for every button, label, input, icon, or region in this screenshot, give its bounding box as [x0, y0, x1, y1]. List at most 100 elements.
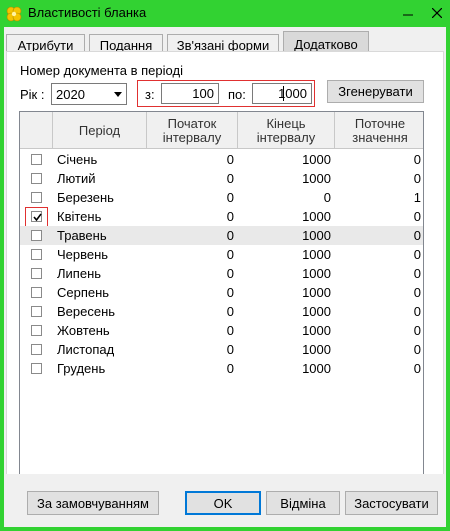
period-cell[interactable]: Серпень [57, 283, 145, 302]
period-cell[interactable]: Січень [57, 150, 145, 169]
current-cell[interactable]: 0 [335, 283, 421, 302]
table-row[interactable]: Квітень 0 1000 0 [20, 207, 423, 227]
table-row[interactable]: Лютий 0 1000 0 [20, 169, 423, 188]
table-row[interactable]: Жовтень 0 1000 0 [20, 321, 423, 340]
current-cell[interactable]: 0 [335, 264, 421, 283]
end-cell[interactable]: 1000 [238, 226, 331, 245]
end-cell[interactable]: 1000 [238, 283, 331, 302]
current-cell[interactable]: 0 [335, 207, 421, 226]
start-cell[interactable]: 0 [147, 150, 234, 169]
minimize-icon [403, 14, 413, 16]
ok-button[interactable]: OK [185, 491, 261, 515]
period-cell[interactable]: Лютий [57, 169, 145, 188]
start-cell[interactable]: 0 [147, 207, 234, 226]
row-checkbox[interactable] [31, 249, 42, 260]
tab-panel-additional: Номер документа в періоді Рік : 2020 з: … [6, 51, 444, 491]
table-row[interactable]: Липень 0 1000 0 [20, 264, 423, 283]
start-cell[interactable]: 0 [147, 245, 234, 264]
cancel-button[interactable]: Відміна [266, 491, 340, 515]
generate-button[interactable]: Згенерувати [327, 80, 424, 103]
end-cell[interactable]: 1000 [238, 321, 331, 340]
row-checkbox[interactable] [31, 230, 42, 241]
end-cell[interactable]: 1000 [238, 264, 331, 283]
current-cell[interactable]: 0 [335, 359, 421, 378]
table-row[interactable]: Серпень 0 1000 0 [20, 283, 423, 302]
row-checkbox[interactable] [31, 363, 42, 374]
row-checkbox[interactable] [31, 344, 42, 355]
table-row[interactable]: Червень 0 1000 0 [20, 245, 423, 264]
year-value: 2020 [56, 87, 85, 102]
start-cell[interactable]: 0 [147, 226, 234, 245]
periods-table: Період Початок інтервалу Кінець інтервал… [19, 111, 424, 489]
to-input[interactable]: 1000 [252, 83, 312, 104]
from-input[interactable]: 100 [161, 83, 219, 104]
start-cell[interactable]: 0 [147, 169, 234, 188]
start-cell[interactable]: 0 [147, 283, 234, 302]
start-cell[interactable]: 0 [147, 302, 234, 321]
close-button[interactable] [426, 3, 448, 23]
row-checkbox[interactable] [31, 211, 42, 222]
document-number-label: Номер документа в періоді [20, 63, 183, 78]
end-cell[interactable]: 0 [238, 188, 331, 207]
close-icon [432, 8, 442, 18]
start-cell[interactable]: 0 [147, 188, 234, 207]
current-cell[interactable]: 0 [335, 169, 421, 188]
current-cell[interactable]: 0 [335, 226, 421, 245]
period-cell[interactable]: Червень [57, 245, 145, 264]
text-caret [283, 86, 284, 101]
year-select[interactable]: 2020 [51, 83, 127, 105]
start-cell[interactable]: 0 [147, 340, 234, 359]
period-cell[interactable]: Листопад [57, 340, 145, 359]
row-checkbox[interactable] [31, 325, 42, 336]
period-cell[interactable]: Вересень [57, 302, 145, 321]
from-label: з: [145, 87, 155, 102]
table-row[interactable]: Січень 0 1000 0 [20, 150, 423, 169]
period-cell[interactable]: Грудень [57, 359, 145, 378]
current-cell[interactable]: 0 [335, 321, 421, 340]
table-header: Період Початок інтервалу Кінець інтервал… [20, 112, 423, 149]
row-checkbox[interactable] [31, 287, 42, 298]
row-checkbox[interactable] [31, 192, 42, 203]
header-start: Початок інтервалу [147, 112, 238, 149]
table-row[interactable]: Листопад 0 1000 0 [20, 340, 423, 359]
row-checkbox[interactable] [31, 173, 42, 184]
apply-button[interactable]: Застосувати [345, 491, 438, 515]
start-cell[interactable]: 0 [147, 321, 234, 340]
header-end: Кінець інтервалу [238, 112, 335, 149]
chevron-down-icon [109, 84, 126, 104]
end-cell[interactable]: 1000 [238, 150, 331, 169]
end-cell[interactable]: 1000 [238, 359, 331, 378]
yellow-flower-icon [6, 6, 22, 22]
end-cell[interactable]: 1000 [238, 207, 331, 226]
start-cell[interactable]: 0 [147, 359, 234, 378]
period-cell[interactable]: Квітень [57, 207, 145, 226]
window-title: Властивості бланка [28, 5, 147, 20]
current-cell[interactable]: 0 [335, 340, 421, 359]
row-checkbox[interactable] [31, 154, 42, 165]
end-cell[interactable]: 1000 [238, 245, 331, 264]
minimize-button[interactable] [397, 3, 419, 23]
header-period: Період [53, 112, 147, 149]
table-row[interactable]: Вересень 0 1000 0 [20, 302, 423, 321]
end-cell[interactable]: 1000 [238, 340, 331, 359]
period-cell[interactable]: Березень [57, 188, 145, 207]
row-checkbox[interactable] [31, 306, 42, 317]
start-cell[interactable]: 0 [147, 264, 234, 283]
to-label: по: [228, 87, 246, 102]
current-cell[interactable]: 0 [335, 302, 421, 321]
title-bar[interactable]: Властивості бланка [0, 0, 450, 27]
end-cell[interactable]: 1000 [238, 302, 331, 321]
period-cell[interactable]: Травень [57, 226, 145, 245]
current-cell[interactable]: 1 [335, 188, 421, 207]
table-row[interactable]: Березень 0 0 1 [20, 188, 423, 207]
current-cell[interactable]: 0 [335, 150, 421, 169]
row-checkbox[interactable] [31, 268, 42, 279]
period-cell[interactable]: Жовтень [57, 321, 145, 340]
end-cell[interactable]: 1000 [238, 169, 331, 188]
current-cell[interactable]: 0 [335, 245, 421, 264]
table-row[interactable]: Травень 0 1000 0 [20, 226, 423, 245]
table-row[interactable]: Грудень 0 1000 0 [20, 359, 423, 378]
defaults-button[interactable]: За замовчуванням [27, 491, 159, 515]
period-cell[interactable]: Липень [57, 264, 145, 283]
header-checkbox-column [20, 112, 53, 149]
